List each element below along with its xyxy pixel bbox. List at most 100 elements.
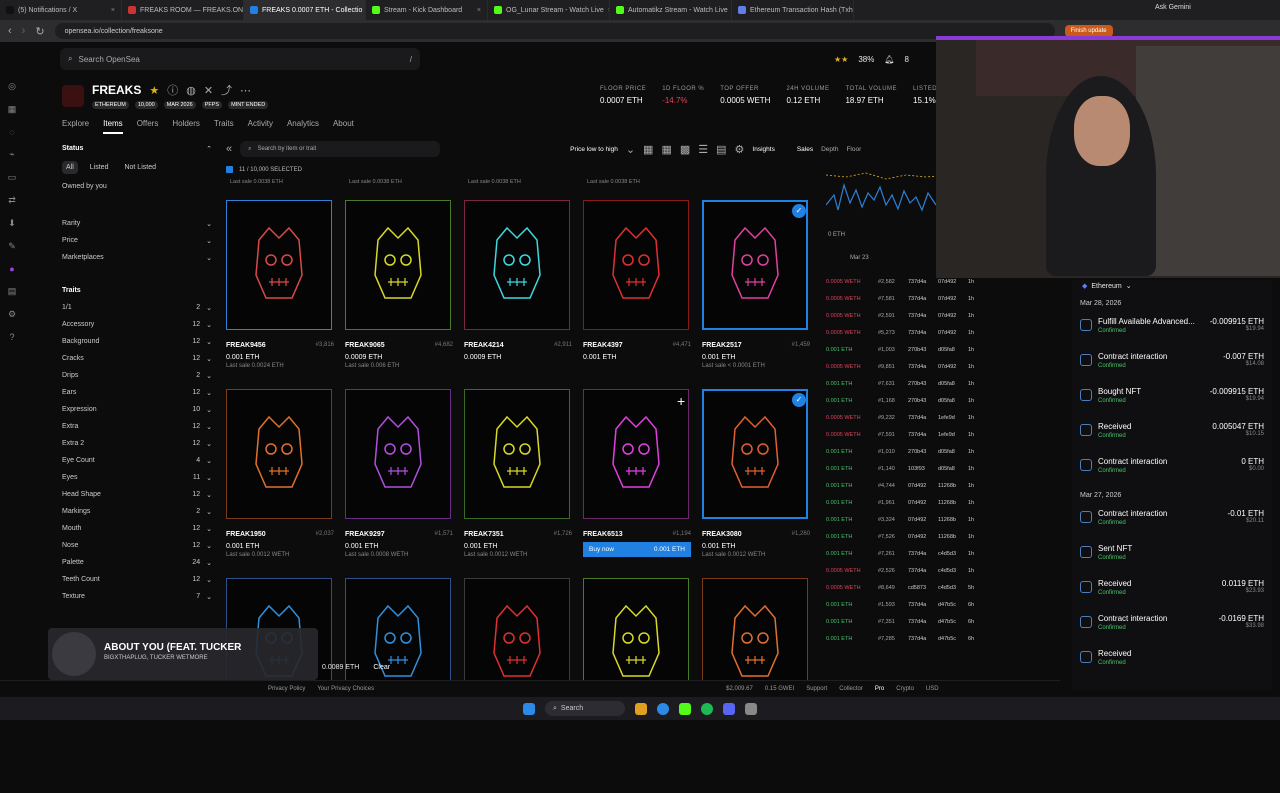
sale-from[interactable]: 737d4a: [908, 602, 932, 608]
wallet-activity-item[interactable]: Contract interactionConfirmed0 ETH$0.00: [1080, 453, 1264, 488]
sale-to[interactable]: 11268b: [938, 534, 962, 540]
chrome-icon[interactable]: [657, 703, 669, 715]
trait-row[interactable]: 1/12⌄: [62, 299, 212, 316]
wallet-icon[interactable]: ▭: [8, 172, 17, 183]
grid-small-icon[interactable]: ▦: [661, 143, 671, 156]
close-tab-icon[interactable]: ×: [477, 7, 481, 14]
sale-to[interactable]: 1efe9d: [938, 415, 962, 421]
sale-from[interactable]: 737d4a: [908, 551, 932, 557]
nft-artwork[interactable]: [345, 200, 451, 330]
trait-row[interactable]: Ears12⌄: [62, 384, 212, 401]
status-header[interactable]: Status⌃: [62, 140, 212, 157]
trait-row[interactable]: Texture7⌄: [62, 588, 212, 605]
nft-artwork[interactable]: [226, 389, 332, 519]
browser-tab[interactable]: (5) Notifications / X×: [0, 0, 122, 20]
grid-icon[interactable]: ▦: [8, 104, 17, 115]
wallet-activity-item[interactable]: Contract interactionConfirmed-0.007 ETH$…: [1080, 348, 1264, 383]
sale-from[interactable]: 737d4a: [908, 330, 932, 336]
sale-from[interactable]: cd5873: [908, 585, 932, 591]
sale-row[interactable]: 0.0005 WETH#5,273737d4a07d4921h: [826, 324, 1026, 341]
sale-row[interactable]: 0.001 ETH#1,140103f93d05fa81h: [826, 460, 1026, 477]
docs-icon[interactable]: ▤: [8, 286, 17, 297]
info-icon[interactable]: ⓘ: [167, 82, 178, 98]
status-filter-all[interactable]: All: [62, 161, 78, 174]
insights-button[interactable]: Insights: [752, 146, 774, 153]
sale-from[interactable]: 270b43: [908, 381, 932, 387]
sale-to[interactable]: 07d492: [938, 313, 962, 319]
sale-from[interactable]: 270b43: [908, 398, 932, 404]
owned-by-you-toggle[interactable]: Owned by you: [62, 178, 212, 195]
url-field[interactable]: opensea.io/collection/freaksone: [55, 23, 1055, 39]
crypto-toggle[interactable]: Crypto: [896, 686, 914, 692]
tab-depth[interactable]: Depth: [821, 146, 838, 153]
sale-to[interactable]: d47b5c: [938, 619, 962, 625]
privacy-policy-link[interactable]: Privacy Policy: [268, 686, 305, 692]
nft-card[interactable]: FREAK6513#1,194Buy now0.001 ETH: [583, 389, 691, 557]
wallet-activity-item[interactable]: Contract interactionConfirmed-0.01 ETH$2…: [1080, 505, 1264, 540]
profile-icon[interactable]: ●: [9, 264, 14, 274]
chat-icon[interactable]: ◌: [9, 127, 14, 137]
sale-to[interactable]: d05fa8: [938, 466, 962, 472]
trait-row[interactable]: Teeth Count12⌄: [62, 571, 212, 588]
trait-row[interactable]: Markings2⌄: [62, 503, 212, 520]
tab-about[interactable]: About: [333, 119, 354, 134]
clear-button[interactable]: Clear: [373, 664, 390, 671]
sale-to[interactable]: 07d492: [938, 279, 962, 285]
sale-to[interactable]: 11268b: [938, 500, 962, 506]
chart-icon[interactable]: ⌁: [9, 149, 14, 160]
wallet-activity-item[interactable]: Fulfill Available Advanced...Confirmed-0…: [1080, 313, 1264, 348]
help-icon[interactable]: ?: [9, 332, 14, 342]
nft-card[interactable]: FREAK9065#4,6820.0009 ETHLast sale 0.006…: [345, 200, 453, 369]
nft-card[interactable]: FREAK9456#3,8160.001 ETHLast sale 0.0024…: [226, 200, 334, 369]
trait-row[interactable]: Eyes11⌄: [62, 469, 212, 486]
wallet-activity-item[interactable]: ReceivedConfirmed0.0119 ETH$23.93: [1080, 575, 1264, 610]
table-view-icon[interactable]: ▤: [716, 143, 726, 156]
sale-from[interactable]: 737d4a: [908, 619, 932, 625]
sale-from[interactable]: 270b43: [908, 347, 932, 353]
taskbar-search[interactable]: ⌕Search: [545, 701, 625, 716]
browser-tab[interactable]: Stream - Kick Dashboard×: [366, 0, 488, 20]
filter-section-marketplaces[interactable]: Marketplaces⌄: [62, 249, 212, 266]
buy-now-button[interactable]: Buy now0.001 ETH: [583, 542, 691, 557]
tab-sales[interactable]: Sales: [797, 146, 813, 153]
sale-from[interactable]: 737d4a: [908, 279, 932, 285]
sale-to[interactable]: 07d492: [938, 296, 962, 302]
grid-large-icon[interactable]: ▩: [680, 143, 690, 156]
swap-icon[interactable]: ⇄: [8, 195, 16, 206]
sale-from[interactable]: 737d4a: [908, 364, 932, 370]
tab-analytics[interactable]: Analytics: [287, 119, 319, 134]
sale-to[interactable]: d47b5c: [938, 602, 962, 608]
tab-traits[interactable]: Traits: [214, 119, 234, 134]
opensea-search[interactable]: ⌕ Search OpenSea /: [60, 48, 420, 70]
status-filter-not-listed[interactable]: Not Listed: [120, 161, 160, 174]
drop-icon[interactable]: ⬇: [8, 218, 16, 229]
tab-offers[interactable]: Offers: [137, 119, 159, 134]
nft-artwork[interactable]: [583, 200, 689, 330]
sale-row[interactable]: 0.0005 WETH#8,649cd5873c4d5d35h: [826, 579, 1026, 596]
usd-toggle[interactable]: USD: [926, 686, 939, 692]
sale-row[interactable]: 0.001 ETH#7,285737d4ad47b5c6h: [826, 630, 1026, 647]
sale-from[interactable]: 07d492: [908, 500, 932, 506]
collector-toggle[interactable]: Collector: [839, 686, 863, 692]
trait-row[interactable]: Extra12⌄: [62, 418, 212, 435]
nft-artwork[interactable]: [345, 389, 451, 519]
sale-row[interactable]: 0.001 ETH#1,010270b43d05fa81h: [826, 443, 1026, 460]
nft-card[interactable]: FREAK1950#2,0370.001 ETHLast sale 0.0012…: [226, 389, 334, 558]
sale-from[interactable]: 737d4a: [908, 313, 932, 319]
obs-icon[interactable]: [745, 703, 757, 715]
kick-icon[interactable]: [679, 703, 691, 715]
sale-from[interactable]: 737d4a: [908, 432, 932, 438]
ask-gemini-button[interactable]: Ask Gemini: [1155, 4, 1191, 11]
nft-artwork[interactable]: [583, 389, 689, 519]
nft-artwork[interactable]: [702, 389, 808, 519]
trait-row[interactable]: Background12⌄: [62, 333, 212, 350]
sale-row[interactable]: 0.001 ETH#1,003270b43d05fa81h: [826, 341, 1026, 358]
browser-tab[interactable]: Ethereum Transaction Hash (Txh×: [732, 0, 854, 20]
sale-from[interactable]: 270b43: [908, 449, 932, 455]
trait-row[interactable]: Extra 212⌄: [62, 435, 212, 452]
bell-icon[interactable]: 🔔︎: [884, 55, 894, 64]
file-explorer-icon[interactable]: [635, 703, 647, 715]
chevron-down-icon[interactable]: ⌄: [626, 143, 635, 156]
sale-row[interactable]: 0.0005 WETH#7,581737d4a07d4921h: [826, 290, 1026, 307]
edit-icon[interactable]: ✎: [8, 241, 16, 252]
